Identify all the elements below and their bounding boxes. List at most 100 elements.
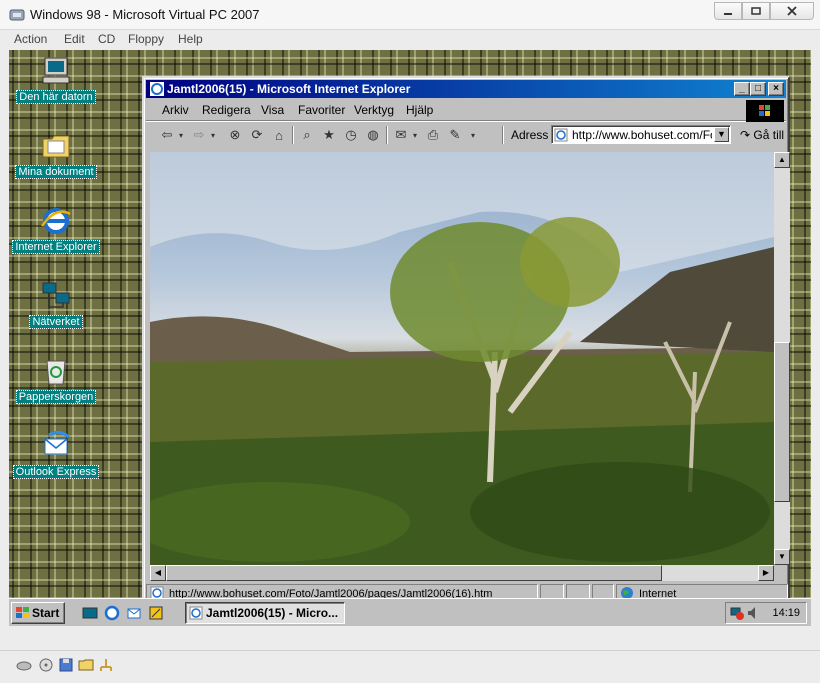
ie-minimize-button[interactable]: _ — [734, 82, 750, 96]
ie-menu-hjalp[interactable]: Hjälp — [406, 103, 433, 117]
menu-action[interactable]: Action — [14, 32, 47, 46]
host-window-title: Windows 98 - Microsoft Virtual PC 2007 — [30, 7, 260, 22]
arrow-right-icon: ▶ — [762, 568, 770, 577]
edit-icon: ✎ — [449, 127, 461, 142]
windows-flag-icon — [16, 607, 29, 618]
scroll-right-button[interactable]: ▶ — [758, 565, 774, 581]
windows-flag-icon — [759, 105, 770, 116]
cd-drive-icon[interactable] — [38, 657, 54, 673]
start-button[interactable]: Start — [11, 602, 65, 624]
ie-menu-redigera[interactable]: Redigera — [202, 103, 251, 117]
ie-titlebar[interactable]: Jamtl2006(15) - Microsoft Internet Explo… — [146, 80, 786, 98]
menu-help[interactable]: Help — [178, 32, 203, 46]
go-arrow-icon: ↷ — [740, 128, 751, 142]
ie-window[interactable]: Jamtl2006(15) - Microsoft Internet Explo… — [142, 76, 790, 606]
toolbar-separator — [292, 126, 294, 144]
ie-page-icon — [189, 606, 203, 620]
desktop-icon-label: Outlook Express — [12, 465, 100, 479]
desktop-icon-outlook-express[interactable]: Outlook Express — [11, 429, 101, 479]
ie-menu-verktyg[interactable]: Verktyg — [354, 103, 394, 117]
desktop-icon-label: Papperskorgen — [15, 390, 97, 404]
desktop-icon-internet-explorer[interactable]: Internet Explorer — [11, 204, 101, 254]
network-icon — [42, 282, 70, 308]
edit-dropdown-button[interactable]: ▾ — [468, 126, 478, 144]
back-arrow-icon: ⇦ — [161, 127, 173, 142]
channels-button[interactable]: ◍ — [364, 126, 382, 144]
taskbar: Start Jamtl2006(15) - Micro... 14:19 — [9, 598, 811, 626]
scroll-left-button[interactable]: ◀ — [150, 565, 166, 581]
history-button[interactable]: ◷ — [342, 126, 360, 144]
forward-button[interactable]: ⇨ — [190, 126, 208, 144]
print-button[interactable]: ⎙ — [424, 126, 442, 144]
menu-cd[interactable]: CD — [98, 32, 115, 46]
horizontal-scroll-thumb[interactable] — [166, 565, 662, 581]
network-adapter-icon[interactable] — [98, 657, 114, 673]
channels-icon[interactable] — [147, 604, 165, 622]
ie-menu-favoriter[interactable]: Favoriter — [298, 103, 345, 117]
back-button[interactable]: ⇦ — [158, 126, 176, 144]
taskbar-ie-window-label: Jamtl2006(15) - Micro... — [206, 606, 339, 620]
vertical-scrollbar[interactable]: ▲ ▼ — [774, 152, 790, 565]
edit-button[interactable]: ✎ — [446, 126, 464, 144]
toolbar-separator — [502, 126, 504, 144]
ie-maximize-button[interactable]: □ — [750, 82, 766, 96]
arrow-down-icon: ▼ — [778, 552, 786, 561]
go-button[interactable]: ↷ Gå till — [740, 128, 784, 142]
favorites-button[interactable]: ★ — [320, 126, 338, 144]
show-desktop-icon[interactable] — [81, 604, 99, 622]
desktop[interactable]: Den här datorn Mina dokument Internet Ex… — [9, 50, 811, 626]
desktop-icon-my-computer[interactable]: Den här datorn — [11, 54, 101, 104]
shared-folders-icon[interactable] — [78, 657, 94, 673]
vm-screen[interactable]: Den här datorn Mina dokument Internet Ex… — [9, 50, 811, 626]
refresh-button[interactable]: ⟳ — [248, 126, 266, 144]
hard-disk-icon[interactable] — [16, 657, 32, 673]
address-dropdown-button[interactable]: ▼ — [714, 127, 729, 142]
clock[interactable]: 14:19 — [772, 607, 800, 619]
floppy-drive-icon[interactable] — [58, 657, 74, 673]
stop-button[interactable]: ⊗ — [226, 126, 244, 144]
menu-floppy[interactable]: Floppy — [128, 32, 164, 46]
internet-explorer-icon[interactable] — [103, 604, 121, 622]
close-button[interactable] — [770, 2, 814, 20]
home-button[interactable]: ⌂ — [270, 126, 288, 144]
favorites-icon: ★ — [323, 127, 335, 142]
scroll-down-button[interactable]: ▼ — [774, 549, 790, 565]
start-label: Start — [32, 606, 60, 620]
home-icon: ⌂ — [275, 127, 283, 143]
minimize-icon — [724, 13, 732, 15]
minimize-button[interactable] — [714, 2, 742, 20]
stop-icon: ⊗ — [229, 127, 241, 142]
network-status-icon[interactable] — [729, 605, 745, 621]
volume-icon[interactable] — [746, 605, 760, 621]
close-icon — [787, 6, 797, 16]
address-label: Adress — [511, 128, 549, 142]
back-dropdown-button[interactable]: ▾ — [176, 126, 186, 144]
ie-menu-arkiv[interactable]: Arkiv — [162, 103, 189, 117]
arrow-left-icon: ◀ — [154, 568, 162, 577]
forward-dropdown-button[interactable]: ▾ — [208, 126, 218, 144]
search-button[interactable]: ⌕ — [298, 126, 316, 144]
landscape-photo — [150, 152, 774, 565]
menu-edit[interactable]: Edit — [64, 32, 85, 46]
chevron-down-icon: ▾ — [470, 130, 475, 140]
horizontal-scrollbar[interactable]: ◀ ▶ — [150, 565, 774, 581]
ie-menu-visa[interactable]: Visa — [261, 103, 284, 117]
vertical-scroll-thumb[interactable] — [774, 342, 790, 502]
desktop-icon-my-documents[interactable]: Mina dokument — [11, 129, 101, 179]
desktop-icon-network[interactable]: Nätverket — [11, 279, 101, 329]
go-label: Gå till — [753, 128, 785, 142]
scroll-up-button[interactable]: ▲ — [774, 152, 790, 168]
outlook-express-icon[interactable] — [125, 604, 143, 622]
mail-dropdown-button[interactable]: ▾ — [410, 126, 420, 144]
page-content[interactable] — [150, 152, 774, 565]
minimize-icon: _ — [739, 83, 745, 94]
maximize-button[interactable] — [742, 2, 770, 20]
chevron-down-icon: ▾ — [210, 130, 215, 140]
taskbar-ie-window-button[interactable]: Jamtl2006(15) - Micro... — [185, 602, 345, 624]
search-icon: ⌕ — [303, 127, 311, 142]
desktop-icon-recycle-bin[interactable]: Papperskorgen — [11, 354, 101, 404]
address-input[interactable]: http://www.bohuset.com/Foto/Jamtl2006/pa… — [551, 125, 731, 144]
host-titlebar: Windows 98 - Microsoft Virtual PC 2007 — [0, 0, 820, 30]
ie-close-button[interactable]: × — [768, 82, 784, 96]
mail-button[interactable]: ✉ — [392, 126, 410, 144]
